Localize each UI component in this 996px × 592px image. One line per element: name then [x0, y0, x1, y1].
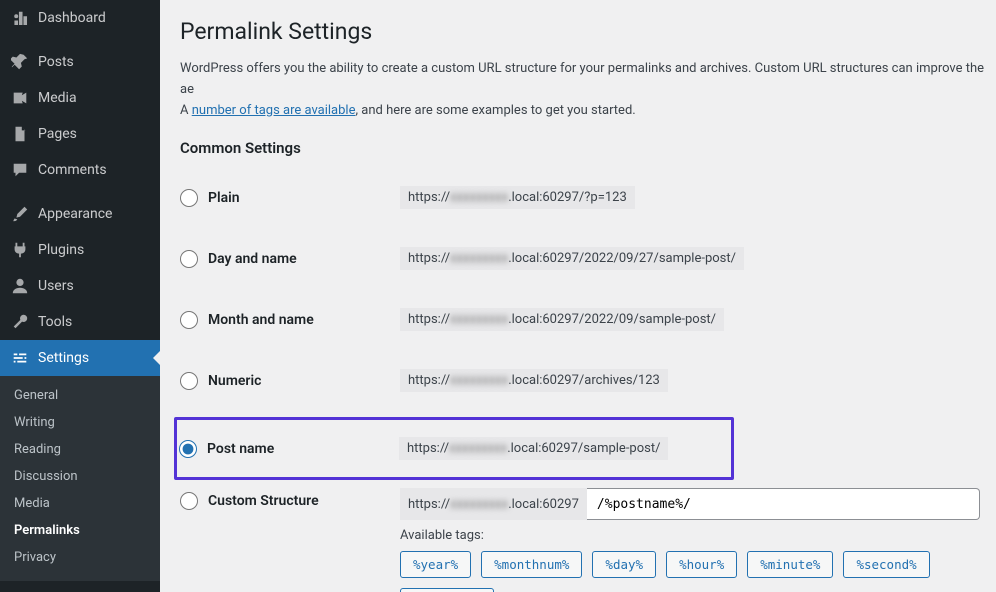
dashboard-icon — [10, 8, 30, 28]
common-settings-heading: Common Settings — [180, 139, 996, 157]
sidebar-item-appearance[interactable]: Appearance — [0, 196, 160, 232]
option-post-name: Post name https://xxxxxxxxx.local:60297/… — [179, 426, 725, 471]
sidebar-item-dashboard[interactable]: Dashboard — [0, 0, 160, 36]
sidebar-label: Settings — [38, 350, 89, 366]
admin-sidebar: Dashboard Posts Media Pages Comments App… — [0, 0, 160, 592]
sidebar-label: Pages — [38, 126, 77, 142]
submenu-discussion[interactable]: Discussion — [0, 463, 160, 490]
sidebar-item-users[interactable]: Users — [0, 268, 160, 304]
example-plain: https://xxxxxxxxx.local:60297/?p=123 — [400, 186, 635, 209]
sidebar-label: Comments — [38, 162, 107, 178]
option-month-name: Month and name https://xxxxxxxxx.local:6… — [180, 297, 996, 342]
available-tags-label: Available tags: — [400, 528, 484, 543]
intro-text: WordPress offers you the ability to crea… — [180, 59, 996, 121]
submenu-writing[interactable]: Writing — [0, 409, 160, 436]
pages-icon — [10, 124, 30, 144]
submenu-privacy[interactable]: Privacy — [0, 544, 160, 571]
sidebar-label: Users — [38, 278, 74, 294]
tag-day[interactable]: %day% — [592, 551, 656, 578]
option-custom: Custom Structure https://xxxxxxxxx.local… — [180, 488, 996, 592]
option-day-name: Day and name https://xxxxxxxxx.local:602… — [180, 236, 996, 281]
sidebar-item-settings[interactable]: Settings — [0, 340, 160, 376]
media-icon — [10, 88, 30, 108]
sidebar-item-plugins[interactable]: Plugins — [0, 232, 160, 268]
sidebar-label: Dashboard — [38, 10, 106, 26]
settings-submenu: General Writing Reading Discussion Media… — [0, 376, 160, 581]
sidebar-item-posts[interactable]: Posts — [0, 44, 160, 80]
example-day-name: https://xxxxxxxxx.local:60297/2022/09/27… — [400, 247, 744, 270]
intro-tags-link[interactable]: number of tags are available — [192, 103, 356, 118]
option-day-name-label[interactable]: Day and name — [180, 250, 400, 268]
user-icon — [10, 276, 30, 296]
available-tags: %year% %monthnum% %day% %hour% %minute% … — [400, 551, 996, 592]
tag-monthnum[interactable]: %monthnum% — [481, 551, 582, 578]
option-numeric-label[interactable]: Numeric — [180, 372, 400, 390]
sidebar-item-comments[interactable]: Comments — [0, 152, 160, 188]
sidebar-item-tools[interactable]: Tools — [0, 304, 160, 340]
submenu-general[interactable]: General — [0, 382, 160, 409]
sidebar-label: Media — [38, 90, 77, 106]
radio-month-name[interactable] — [180, 311, 198, 329]
radio-plain[interactable] — [180, 189, 198, 207]
tag-hour[interactable]: %hour% — [666, 551, 737, 578]
sidebar-label: Posts — [38, 54, 74, 70]
option-month-name-label[interactable]: Month and name — [180, 311, 400, 329]
brush-icon — [10, 204, 30, 224]
submenu-reading[interactable]: Reading — [0, 436, 160, 463]
tag-year[interactable]: %year% — [400, 551, 471, 578]
option-plain-label[interactable]: Plain — [180, 189, 400, 207]
main-content: Permalink Settings WordPress offers you … — [160, 0, 996, 592]
radio-day-name[interactable] — [180, 250, 198, 268]
option-plain: Plain https://xxxxxxxxx.local:60297/?p=1… — [180, 175, 996, 220]
sidebar-item-media[interactable]: Media — [0, 80, 160, 116]
sidebar-label: Appearance — [38, 206, 112, 222]
radio-custom[interactable] — [180, 492, 198, 510]
sidebar-item-pages[interactable]: Pages — [0, 116, 160, 152]
tag-post-id[interactable]: %post_id% — [400, 588, 494, 592]
sidebar-label: Tools — [38, 314, 72, 330]
wrench-icon — [10, 312, 30, 332]
example-numeric: https://xxxxxxxxx.local:60297/archives/1… — [400, 369, 668, 392]
sliders-icon — [10, 348, 30, 368]
custom-structure-input[interactable] — [587, 488, 980, 520]
example-post-name: https://xxxxxxxxx.local:60297/sample-pos… — [399, 437, 668, 460]
pin-icon — [10, 52, 30, 72]
radio-post-name[interactable] — [179, 440, 197, 458]
sidebar-label: Plugins — [38, 242, 84, 258]
tag-second[interactable]: %second% — [843, 551, 929, 578]
example-month-name: https://xxxxxxxxx.local:60297/2022/09/sa… — [400, 308, 724, 331]
radio-numeric[interactable] — [180, 372, 198, 390]
option-post-name-highlight: Post name https://xxxxxxxxx.local:60297/… — [174, 417, 734, 480]
submenu-permalinks[interactable]: Permalinks — [0, 517, 160, 544]
tag-minute[interactable]: %minute% — [747, 551, 833, 578]
option-numeric: Numeric https://xxxxxxxxx.local:60297/ar… — [180, 358, 996, 403]
option-custom-label[interactable]: Custom Structure — [180, 492, 400, 510]
plug-icon — [10, 240, 30, 260]
custom-structure-field: https://xxxxxxxxx.local:60297 — [400, 488, 980, 520]
custom-prefix: https://xxxxxxxxx.local:60297 — [400, 488, 587, 520]
page-title: Permalink Settings — [180, 18, 996, 45]
submenu-media[interactable]: Media — [0, 490, 160, 517]
comments-icon — [10, 160, 30, 180]
option-post-name-label[interactable]: Post name — [179, 440, 399, 458]
